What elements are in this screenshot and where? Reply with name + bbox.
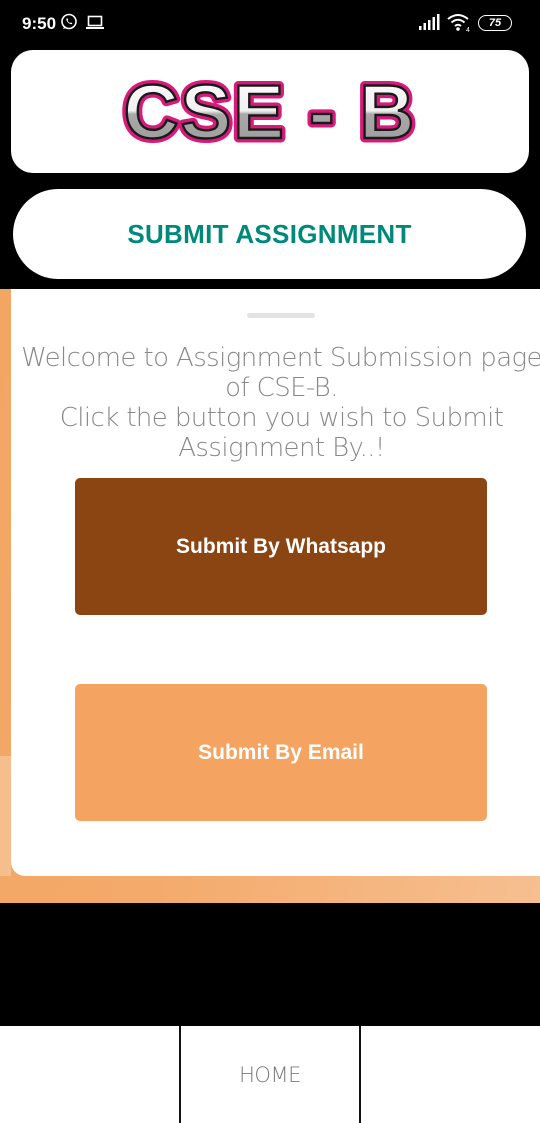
submit-by-email-button[interactable]: Submit By Email: [75, 684, 487, 821]
drag-handle[interactable]: [247, 313, 315, 318]
whatsapp-icon: [61, 13, 77, 30]
submit-assignment-label: SUBMIT ASSIGNMENT: [127, 218, 412, 249]
submit-by-whatsapp-label: Submit By Whatsapp: [175, 534, 386, 558]
status-bar: 9:50 4 75: [0, 0, 540, 46]
status-time: 9:50: [22, 14, 57, 33]
submit-by-whatsapp-button[interactable]: Submit By Whatsapp: [75, 478, 487, 615]
welcome-text: Welcome to Assignment Submission page of…: [21, 343, 540, 463]
orange-strip: [0, 756, 11, 876]
battery-level: 75: [488, 17, 502, 29]
submit-by-email-label: Submit By Email: [198, 740, 364, 764]
title-card: CSE - B CSE - B: [11, 50, 529, 173]
cse-b-logo: CSE - B CSE - B: [119, 72, 419, 152]
signal-icon: [419, 14, 440, 30]
nav-item-home[interactable]: HOME: [180, 1026, 360, 1123]
svg-text:4: 4: [466, 27, 470, 32]
logo-text-outline: CSE - B: [124, 72, 417, 152]
assignment-sheet: Welcome to Assignment Submission page of…: [11, 289, 540, 876]
bottom-nav: HOME: [0, 1026, 540, 1123]
submit-assignment-button[interactable]: SUBMIT ASSIGNMENT: [13, 189, 526, 279]
wifi-icon: 4: [447, 14, 470, 32]
battery-icon: 75: [478, 15, 512, 31]
laptop-icon: [86, 15, 104, 29]
nav-divider: [359, 1026, 361, 1123]
